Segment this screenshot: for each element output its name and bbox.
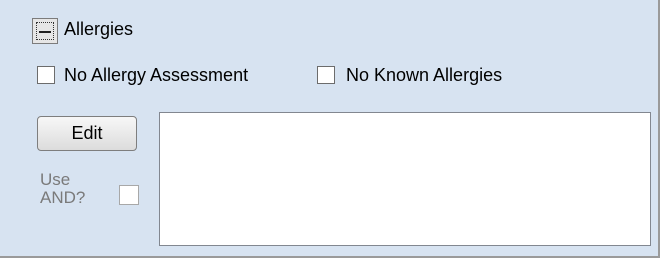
allergies-panel: Allergies No Allergy Assessment No Known… — [0, 0, 660, 258]
minus-box-icon — [36, 22, 54, 40]
no-allergy-assessment-label[interactable]: No Allergy Assessment — [64, 65, 248, 86]
edit-button[interactable]: Edit — [37, 116, 137, 151]
section-title: Allergies — [64, 19, 134, 39]
use-and-checkbox[interactable] — [119, 185, 139, 205]
no-allergy-assessment-checkbox[interactable] — [37, 66, 55, 84]
collapse-toggle-button[interactable] — [32, 18, 58, 44]
no-known-allergies-checkbox[interactable] — [317, 66, 335, 84]
use-and-label-line2: AND? — [40, 188, 86, 207]
no-known-allergies-label[interactable]: No Known Allergies — [346, 65, 502, 86]
use-and-label-line1: Use — [40, 170, 71, 189]
allergies-text-area[interactable] — [159, 112, 651, 246]
use-and-label: Use AND? — [40, 171, 85, 207]
